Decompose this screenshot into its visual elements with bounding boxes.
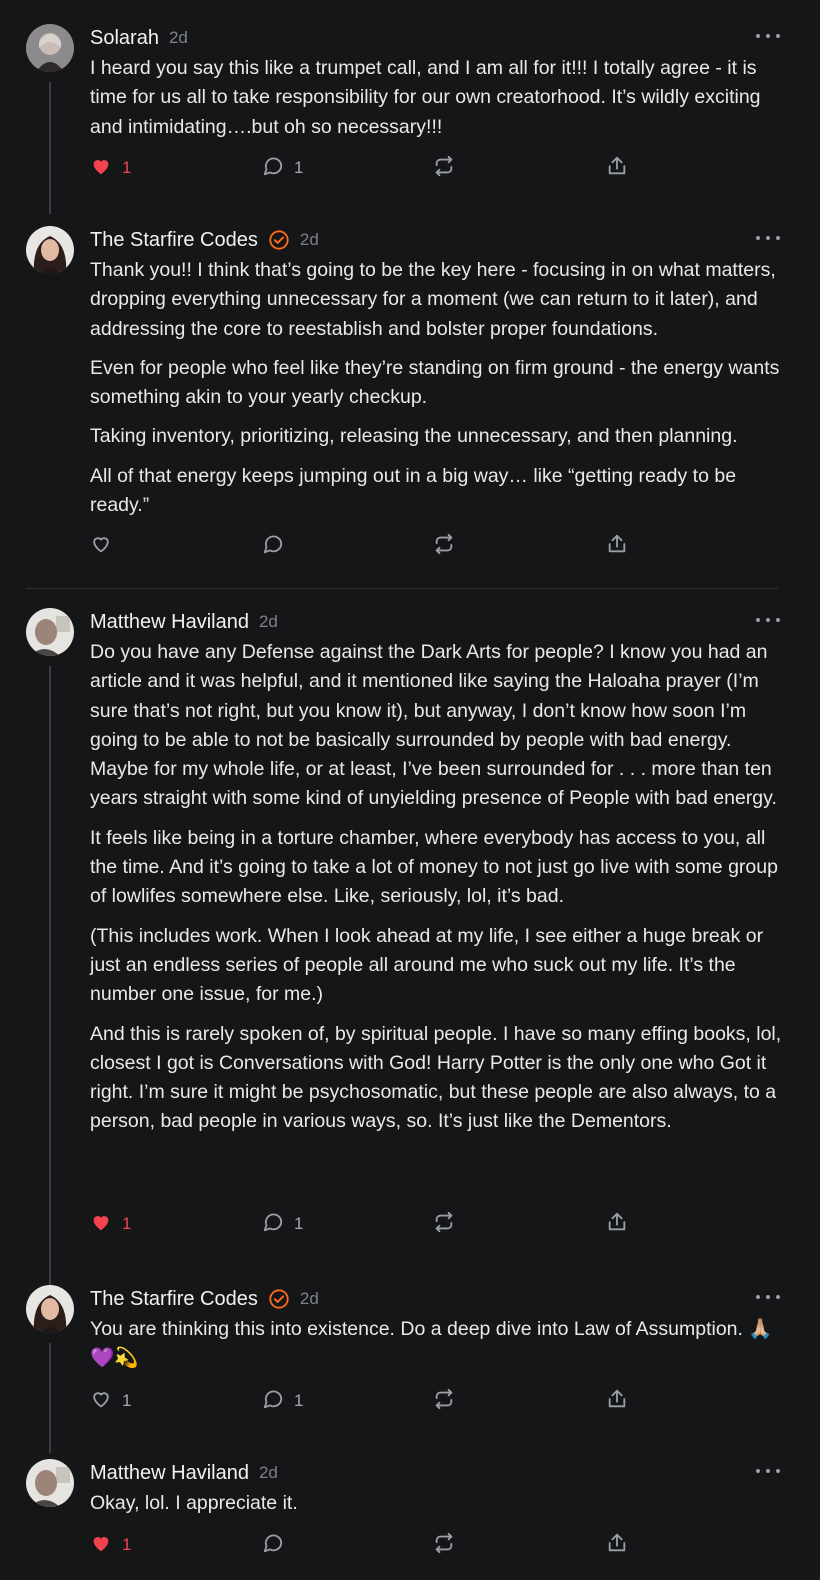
- heart-icon: [90, 155, 112, 182]
- comment-paragraph: Thank you!! I think that’s going to be t…: [90, 259, 776, 340]
- avatar[interactable]: [26, 24, 74, 72]
- comment-body: Do you have any Defense against the Dark…: [90, 638, 790, 1147]
- repost-icon: [433, 1211, 455, 1238]
- more-options-icon[interactable]: [756, 610, 780, 630]
- more-options-icon[interactable]: [756, 1287, 780, 1307]
- reply-count: 1: [294, 1214, 304, 1233]
- reply-count: 1: [294, 158, 304, 177]
- speech-bubble-icon: [262, 1211, 284, 1238]
- reply-button[interactable]: 1: [262, 154, 303, 182]
- reply-button[interactable]: [262, 532, 294, 560]
- author-name[interactable]: Solarah: [90, 27, 159, 50]
- share-button[interactable]: [606, 1531, 628, 1559]
- comment-header: Matthew Haviland 2d: [90, 608, 278, 636]
- timestamp: 2d: [299, 230, 319, 249]
- timestamp: 2d: [299, 1289, 319, 1308]
- restack-button[interactable]: [433, 1210, 455, 1238]
- comment-header: Matthew Haviland 2d: [90, 1459, 278, 1487]
- share-icon: [606, 1211, 628, 1238]
- comment-actions: [90, 532, 690, 560]
- author-name[interactable]: The Starfire Codes: [90, 229, 258, 252]
- like-count: 1: [122, 1535, 132, 1554]
- repost-icon: [433, 1532, 455, 1559]
- restack-button[interactable]: [433, 1387, 455, 1415]
- heart-icon: [90, 1211, 112, 1238]
- speech-bubble-icon: [262, 155, 284, 182]
- heart-icon: [90, 1532, 112, 1559]
- comment-paragraph: Even for people who feel like they’re st…: [90, 356, 780, 409]
- avatar[interactable]: [26, 226, 74, 274]
- like-count: 1: [122, 1391, 132, 1410]
- comment-actions: 1 1: [90, 1387, 690, 1415]
- avatar[interactable]: [26, 1459, 74, 1507]
- comment-body: Thank you!! I think that’s going to be t…: [90, 256, 790, 530]
- comment-paragraph: It feels like being in a torture chamber…: [90, 826, 778, 908]
- share-button[interactable]: [606, 1210, 628, 1238]
- thread-line: [49, 666, 51, 1304]
- speech-bubble-icon: [262, 1532, 284, 1559]
- check-badge-icon: [268, 229, 290, 251]
- like-button[interactable]: 1: [90, 1387, 131, 1415]
- heart-icon: [90, 533, 112, 560]
- avatar[interactable]: [26, 608, 74, 656]
- repost-icon: [433, 155, 455, 182]
- comment-header: The Starfire Codes 2d: [90, 226, 319, 254]
- like-count: 1: [122, 1214, 132, 1233]
- repost-icon: [433, 1388, 455, 1415]
- comment-paragraph: And this is rarely spoken of, by spiritu…: [90, 1022, 782, 1133]
- comment-body: Okay, lol. I appreciate it.: [90, 1489, 790, 1528]
- share-button[interactable]: [606, 532, 628, 560]
- comment-actions: 1 1: [90, 154, 690, 182]
- author-name[interactable]: Matthew Haviland: [90, 1462, 249, 1485]
- share-icon: [606, 1388, 628, 1415]
- avatar[interactable]: [26, 1285, 74, 1333]
- repost-icon: [433, 533, 455, 560]
- share-button[interactable]: [606, 154, 628, 182]
- comment-actions: 1 1: [90, 1210, 690, 1238]
- more-options-icon[interactable]: [756, 26, 780, 46]
- timestamp: 2d: [168, 28, 188, 47]
- comment-actions: 1: [90, 1531, 690, 1559]
- like-button[interactable]: 1: [90, 154, 131, 182]
- restack-button[interactable]: [433, 1531, 455, 1559]
- comment-paragraph: All of that energy keeps jumping out in …: [90, 464, 737, 517]
- restack-button[interactable]: [433, 532, 455, 560]
- share-icon: [606, 155, 628, 182]
- share-icon: [606, 533, 628, 560]
- like-button[interactable]: 1: [90, 1531, 131, 1559]
- speech-bubble-icon: [262, 533, 284, 560]
- like-button[interactable]: 1: [90, 1210, 131, 1238]
- thread-line: [49, 82, 51, 214]
- comment-paragraph: Okay, lol. I appreciate it.: [90, 1492, 298, 1514]
- heart-icon: [90, 1388, 112, 1415]
- share-button[interactable]: [606, 1387, 628, 1415]
- comment-header: The Starfire Codes 2d: [90, 1285, 319, 1313]
- comment-header: Solarah 2d: [90, 24, 188, 52]
- comment-paragraph: You are thinking this into existence. Do…: [90, 1318, 773, 1370]
- timestamp: 2d: [258, 612, 278, 631]
- reply-button[interactable]: 1: [262, 1387, 303, 1415]
- reply-count: 1: [294, 1391, 304, 1410]
- author-name[interactable]: Matthew Haviland: [90, 611, 249, 634]
- thread-divider: [26, 588, 778, 589]
- timestamp: 2d: [258, 1463, 278, 1482]
- comment-paragraph: (This includes work. When I look ahead a…: [90, 924, 764, 1006]
- author-name[interactable]: The Starfire Codes: [90, 1288, 258, 1311]
- speech-bubble-icon: [262, 1388, 284, 1415]
- share-icon: [606, 1532, 628, 1559]
- comment-body: You are thinking this into existence. Do…: [90, 1315, 790, 1384]
- like-button[interactable]: [90, 532, 122, 560]
- reply-button[interactable]: [262, 1531, 294, 1559]
- more-options-icon[interactable]: [756, 228, 780, 248]
- comment-paragraph: Taking inventory, prioritizing, releasin…: [90, 425, 738, 448]
- restack-button[interactable]: [433, 154, 455, 182]
- thread-line: [49, 1343, 51, 1453]
- comment-paragraph: I heard you say this like a trumpet call…: [90, 57, 761, 138]
- comment-paragraph: Do you have any Defense against the Dark…: [90, 641, 777, 810]
- more-options-icon[interactable]: [756, 1461, 780, 1481]
- check-badge-icon: [268, 1288, 290, 1310]
- comment-body: I heard you say this like a trumpet call…: [90, 54, 790, 152]
- reply-button[interactable]: 1: [262, 1210, 303, 1238]
- like-count: 1: [122, 158, 132, 177]
